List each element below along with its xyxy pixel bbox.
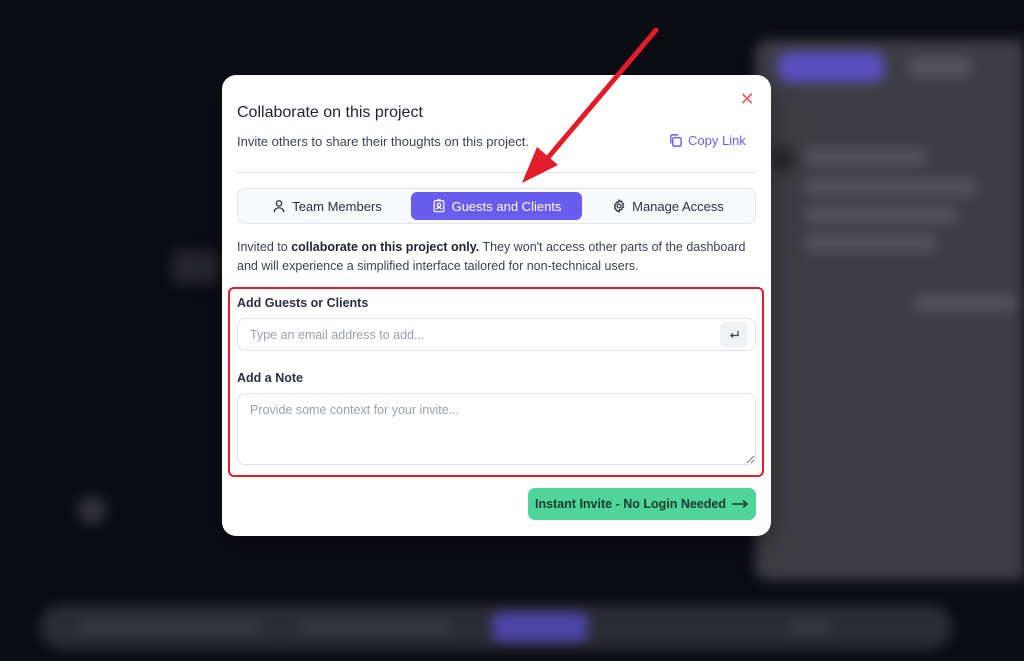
background-shape (172, 250, 220, 284)
note-textarea[interactable] (237, 393, 756, 465)
gear-icon (613, 199, 625, 213)
background-text-line (806, 236, 936, 250)
invite-button-label: Instant Invite - No Login Needed (535, 497, 726, 511)
background-text-line (916, 296, 1016, 310)
tab-label: Guests and Clients (451, 198, 562, 214)
tab-manage-access[interactable]: Manage Access (582, 192, 754, 220)
background-text-line (300, 622, 450, 632)
divider (237, 172, 756, 173)
guests-field-label: Add Guests or Clients (237, 296, 369, 310)
tab-bar: Team Members Guests and Clients Manage A… (237, 188, 756, 224)
invite-description: Invited to collaborate on this project o… (237, 238, 757, 276)
background-panel (755, 40, 1024, 580)
description-emphasis: collaborate on this project only. (291, 240, 480, 254)
tab-label: Manage Access (632, 198, 724, 214)
background-bottom-button (492, 612, 588, 642)
modal-title: Collaborate on this project (237, 104, 423, 121)
email-input[interactable] (237, 318, 756, 351)
background-text-line (790, 622, 830, 632)
background-label (910, 58, 970, 76)
background-text-line (80, 622, 260, 632)
copy-link-label: Copy Link (688, 133, 746, 148)
background-button (778, 52, 884, 82)
background-text-line (806, 208, 956, 222)
enter-button[interactable] (720, 322, 748, 347)
id-badge-icon (433, 199, 445, 213)
copy-icon (670, 134, 682, 147)
description-prefix: Invited to (237, 240, 292, 254)
note-field-label: Add a Note (237, 371, 303, 385)
collaborate-modal: Collaborate on this project ✕ Invite oth… (222, 75, 771, 536)
enter-return-icon (730, 330, 739, 338)
modal-subtitle: Invite others to share their thoughts on… (237, 134, 529, 149)
background-avatar (770, 146, 796, 172)
background-dot (78, 496, 106, 524)
tab-guests-and-clients[interactable]: Guests and Clients (411, 192, 582, 220)
instant-invite-button[interactable]: Instant Invite - No Login Needed (528, 488, 756, 520)
user-icon (273, 200, 285, 213)
tab-team-members[interactable]: Team Members (242, 192, 412, 220)
copy-link-button[interactable]: Copy Link (668, 133, 746, 148)
close-icon[interactable]: ✕ (738, 90, 756, 108)
background-text-line (806, 150, 926, 164)
background-text-line (806, 180, 976, 194)
arrow-right-icon (731, 499, 749, 509)
tab-label: Team Members (292, 198, 382, 214)
